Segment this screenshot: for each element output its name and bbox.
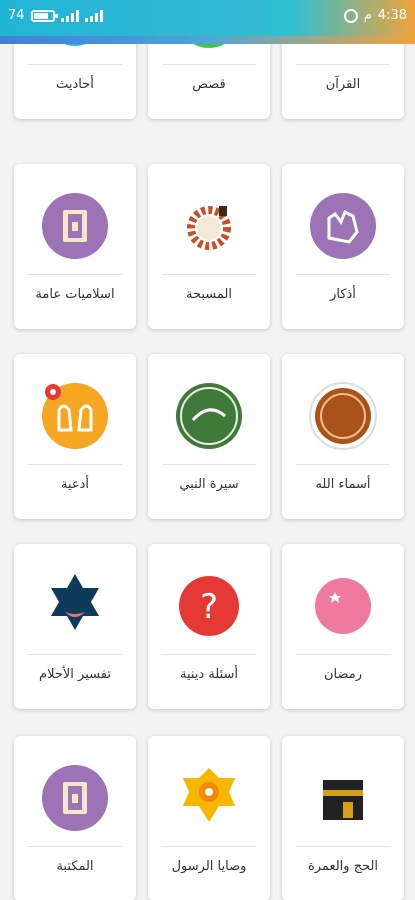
card-dream-interpretation[interactable]: تفسير الأحلام (14, 544, 136, 709)
card-label: أحاديث (56, 77, 94, 92)
card-dhikr[interactable]: أذكار (282, 164, 404, 329)
card-rosary[interactable]: المسبحة (148, 164, 270, 329)
svg-text:?: ? (200, 587, 218, 627)
card-religious-questions[interactable]: ? أسئلة دينية (148, 544, 270, 709)
alarm-icon (343, 8, 358, 23)
card-hadith[interactable]: أحاديث (14, 44, 136, 119)
category-grid: أحاديث قصص القرآن اسلاميات عامة المسبحة … (0, 44, 415, 900)
card-label: الحج والعمرة (307, 859, 379, 874)
card-stories[interactable]: قصص (148, 44, 270, 119)
clock: 4:38 (377, 8, 407, 23)
book-icon (41, 192, 109, 260)
muhammad-seal-icon (175, 382, 243, 450)
card-label: تفسير الأحلام (39, 667, 111, 682)
card-label: أدعية (60, 477, 90, 492)
card-label: أذكار (330, 287, 356, 302)
library-book-icon (41, 764, 109, 832)
card-label: المسبحة (186, 287, 232, 302)
card-prophet-advice[interactable]: وصايا الرسول (148, 736, 270, 900)
card-label: وصايا الرسول (171, 859, 247, 874)
card-quran[interactable]: القرآن (282, 44, 404, 119)
battery-level: 74 (8, 8, 25, 23)
ornament-icon (175, 764, 243, 832)
card-names-of-allah[interactable]: أسماء الله (282, 354, 404, 519)
card-ramadan[interactable]: رمضان (282, 544, 404, 709)
card-label: أسئلة دينية (179, 667, 239, 682)
question-icon: ? (175, 572, 243, 640)
stories-icon (175, 44, 243, 50)
card-label: قصص (192, 77, 226, 92)
status-stripe (0, 36, 415, 44)
quran-icon (309, 44, 377, 50)
signal-icon-2 (84, 9, 103, 22)
status-right: م 4:38 (343, 8, 407, 23)
time-suffix: م (363, 8, 372, 23)
card-label: سيرة النبي (179, 477, 239, 492)
card-general-islamic[interactable]: اسلاميات عامة (14, 164, 136, 329)
card-duas[interactable]: أدعية (14, 354, 136, 519)
kaaba-icon (309, 764, 377, 832)
dream-interpretation-icon (41, 572, 109, 640)
card-label: رمضان (323, 667, 363, 682)
allah-names-icon (309, 382, 377, 450)
card-label: أسماء الله (315, 477, 371, 492)
signal-icon (60, 9, 79, 22)
crescent-star-icon (309, 572, 377, 640)
dua-hands-icon (41, 382, 109, 450)
card-prophet-biography[interactable]: سيرة النبي (148, 354, 270, 519)
rosary-icon (175, 192, 243, 260)
status-left: 74 (8, 8, 103, 23)
dhikr-hand-icon (309, 192, 377, 260)
card-library[interactable]: المكتبة (14, 736, 136, 900)
hadith-icon (41, 44, 109, 50)
battery-icon (30, 9, 58, 22)
card-label: المكتبة (56, 859, 94, 874)
card-label: القرآن (325, 77, 361, 92)
card-label: اسلاميات عامة (35, 287, 115, 302)
status-bar: 74 م 4:38 (0, 0, 415, 44)
card-hajj-umrah[interactable]: الحج والعمرة (282, 736, 404, 900)
